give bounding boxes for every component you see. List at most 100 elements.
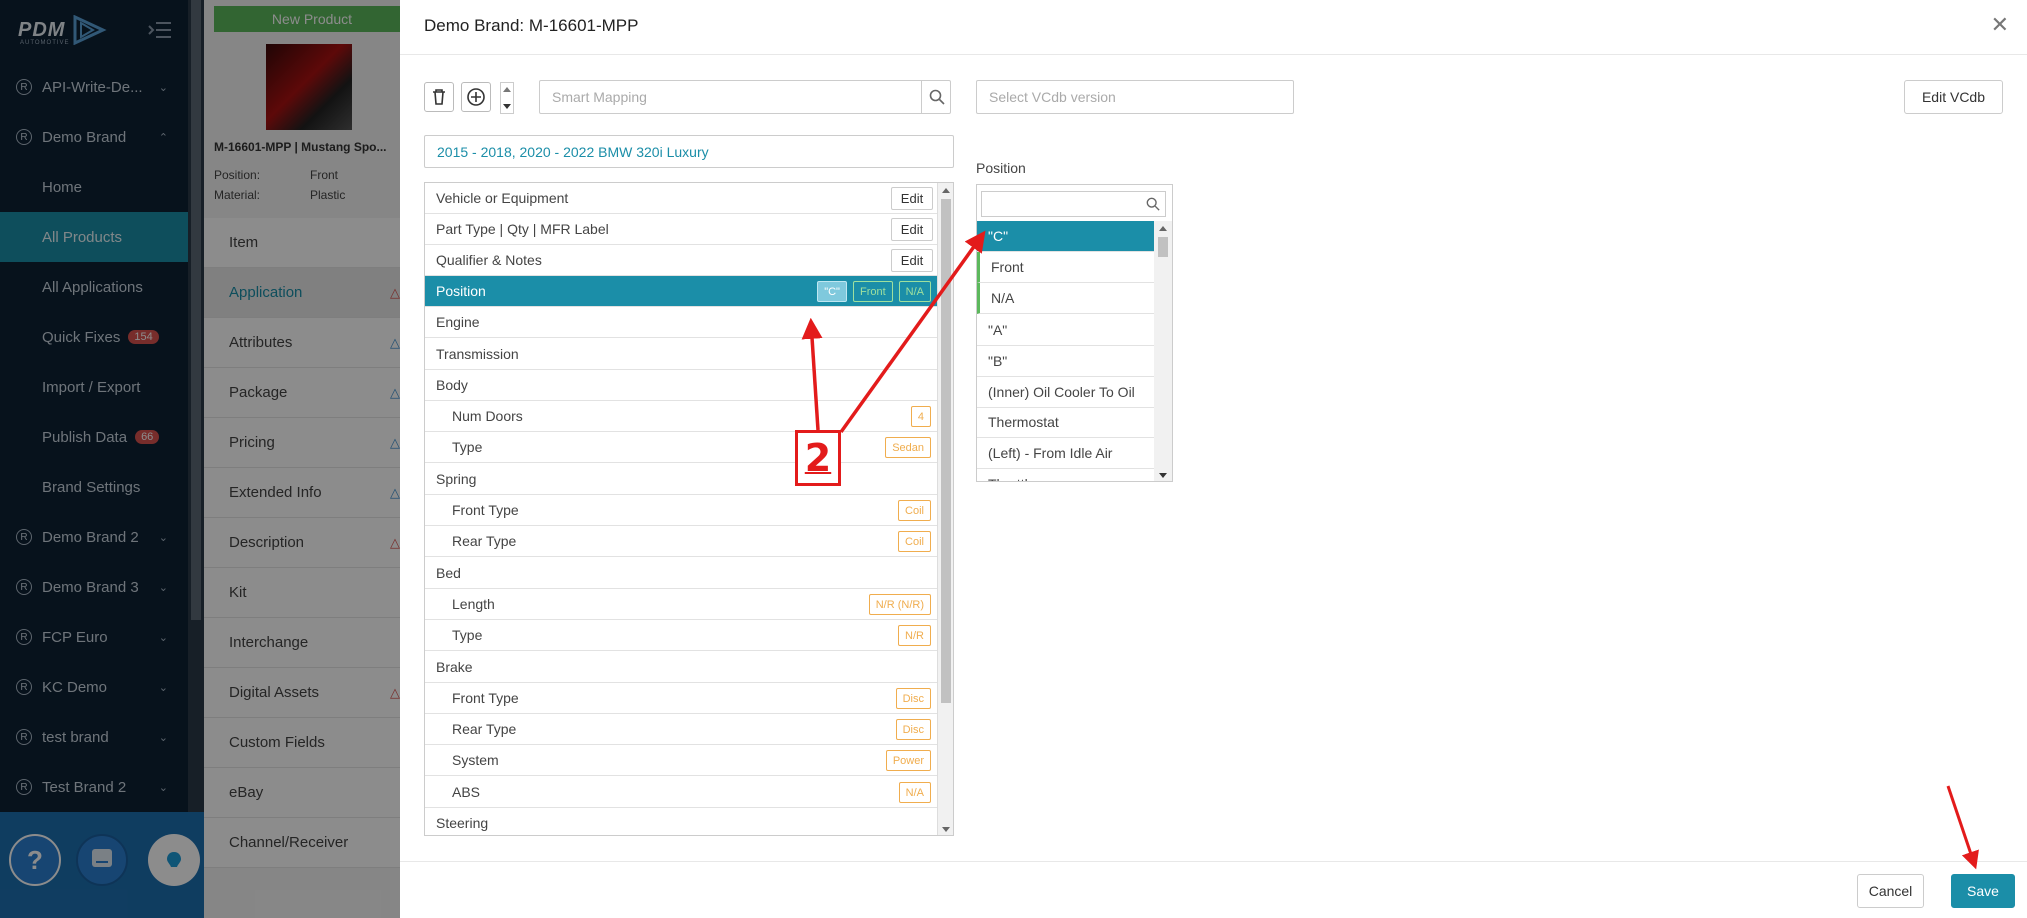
row-label: Position — [436, 283, 486, 299]
row-label: Vehicle or Equipment — [436, 190, 569, 206]
row-label: Type — [452, 439, 483, 455]
position-option[interactable]: N/A — [977, 283, 1155, 314]
modal-title: Demo Brand: M-16601-MPP — [424, 16, 639, 35]
table-row-bed[interactable]: Bed — [425, 558, 937, 589]
row-label: Rear Type — [452, 721, 517, 737]
value-tag[interactable]: N/A — [898, 281, 931, 302]
row-label: Brake — [436, 659, 473, 675]
scroll-up-icon[interactable] — [1158, 224, 1168, 232]
trash-icon — [433, 89, 445, 105]
edit-button[interactable]: Edit — [891, 249, 933, 272]
select-placeholder: Select VCdb version — [989, 89, 1116, 105]
table-row-vehicle[interactable]: Vehicle or Equipment Edit — [425, 183, 937, 214]
sort-stepper-icon[interactable] — [500, 82, 514, 114]
row-label: Num Doors — [452, 408, 523, 424]
table-row-position[interactable]: Position "C" Front N/A — [425, 276, 937, 307]
cancel-button[interactable]: Cancel — [1857, 874, 1924, 908]
value-tag[interactable]: Front — [852, 281, 893, 302]
value-tag[interactable]: Coil — [898, 500, 931, 521]
value-tag[interactable]: Power — [885, 750, 931, 771]
value-tag[interactable]: N/R (N/R) — [868, 594, 931, 615]
position-option[interactable]: "C" — [977, 221, 1155, 252]
edit-vcdb-button[interactable]: Edit VCdb — [1904, 80, 2003, 114]
row-label: System — [452, 752, 499, 768]
row-label: Length — [452, 596, 495, 612]
scrollbar-thumb[interactable] — [1158, 237, 1168, 257]
value-tag[interactable]: "C" — [817, 281, 847, 302]
vcdb-version-select[interactable]: Select VCdb version — [976, 80, 1294, 114]
table-row-spring-front-type[interactable]: Front Type Coil — [425, 495, 937, 526]
table-scrollbar[interactable] — [937, 183, 953, 835]
application-table: Vehicle or Equipment Edit Part Type | Qty… — [424, 182, 954, 836]
position-option[interactable]: Throttle — [977, 469, 1155, 481]
table-row-body[interactable]: Body — [425, 370, 937, 401]
row-label: Engine — [436, 314, 480, 330]
input-placeholder: Smart Mapping — [552, 89, 647, 105]
table-row-brake-front-type[interactable]: Front Type Disc — [425, 683, 937, 714]
value-tag[interactable]: N/R — [898, 625, 931, 646]
value-tag[interactable]: Sedan — [885, 437, 931, 458]
row-label: Body — [436, 377, 468, 393]
table-row-body-type[interactable]: Type Sedan — [425, 432, 937, 463]
row-label: Qualifier & Notes — [436, 252, 542, 268]
application-modal: Demo Brand: M-16601-MPP ✕ Smart Mapping … — [400, 0, 2027, 918]
position-option[interactable]: (Left) - From Idle Air — [977, 438, 1155, 469]
close-icon[interactable]: ✕ — [1991, 12, 2009, 38]
scrollbar-thumb[interactable] — [941, 199, 951, 703]
position-search-input[interactable] — [981, 191, 1166, 217]
table-row-brake[interactable]: Brake — [425, 652, 937, 683]
position-option[interactable]: (Inner) Oil Cooler To Oil — [977, 377, 1155, 408]
row-label: Bed — [436, 565, 461, 581]
row-label: Type — [452, 627, 483, 643]
delete-button[interactable] — [424, 82, 454, 112]
position-scrollbar[interactable] — [1154, 221, 1172, 481]
table-row-bed-type[interactable]: Type N/R — [425, 620, 937, 651]
vehicle-summary-text: 2015 - 2018, 2020 - 2022 BMW 320i Luxury — [437, 143, 709, 160]
step-number-text: 2 — [804, 436, 832, 480]
table-row-spring[interactable]: Spring — [425, 464, 937, 495]
position-option[interactable]: "A" — [977, 315, 1155, 346]
value-tag[interactable]: Coil — [898, 531, 931, 552]
table-row-brake-rear-type[interactable]: Rear Type Disc — [425, 714, 937, 745]
table-row-transmission[interactable]: Transmission — [425, 339, 937, 370]
search-icon[interactable] — [1146, 197, 1160, 211]
row-label: Front Type — [452, 502, 519, 518]
modal-footer-divider — [400, 861, 2027, 862]
table-row-brake-system[interactable]: System Power — [425, 745, 937, 776]
plus-circle-icon — [467, 88, 485, 106]
row-label: ABS — [452, 784, 481, 800]
table-row-abs[interactable]: ABS N/A — [425, 777, 937, 808]
table-row-spring-rear-type[interactable]: Rear Type Coil — [425, 526, 937, 557]
position-option[interactable]: Thermostat — [977, 407, 1155, 438]
smart-mapping-input[interactable]: Smart Mapping — [539, 80, 951, 114]
search-icon — [929, 89, 945, 105]
table-row-num-doors[interactable]: Num Doors 4 — [425, 401, 937, 432]
edit-button[interactable]: Edit — [891, 187, 933, 210]
scroll-down-icon[interactable] — [1158, 472, 1168, 480]
edit-button[interactable]: Edit — [891, 218, 933, 241]
value-tag[interactable]: Disc — [895, 719, 931, 740]
save-button[interactable]: Save — [1951, 874, 2015, 908]
scroll-down-icon[interactable] — [941, 826, 951, 834]
value-tag[interactable]: 4 — [910, 406, 931, 427]
position-option[interactable]: Front — [977, 252, 1155, 283]
position-panel-label: Position — [976, 160, 1026, 176]
table-row-qualifier[interactable]: Qualifier & Notes Edit — [425, 245, 937, 276]
vehicle-summary[interactable]: 2015 - 2018, 2020 - 2022 BMW 320i Luxury — [424, 135, 954, 168]
value-tags: "C" Front N/A — [817, 281, 931, 302]
scroll-up-icon[interactable] — [941, 186, 951, 194]
row-label: Spring — [436, 471, 477, 487]
value-tag[interactable]: Disc — [895, 688, 931, 709]
table-row-steering[interactable]: Steering — [425, 808, 937, 835]
value-tag[interactable]: N/A — [898, 782, 931, 803]
modal-header: Demo Brand: M-16601-MPP ✕ — [400, 0, 2027, 55]
position-option[interactable]: "B" — [977, 346, 1155, 377]
table-row-engine[interactable]: Engine — [425, 307, 937, 338]
modal-backdrop[interactable] — [0, 0, 400, 918]
row-label: Front Type — [452, 690, 519, 706]
table-row-bed-length[interactable]: Length N/R (N/R) — [425, 589, 937, 620]
add-button[interactable] — [461, 82, 491, 112]
table-row-part-type[interactable]: Part Type | Qty | MFR Label Edit — [425, 214, 937, 245]
smart-mapping-search-button[interactable] — [921, 81, 951, 113]
row-label: Rear Type — [452, 533, 517, 549]
